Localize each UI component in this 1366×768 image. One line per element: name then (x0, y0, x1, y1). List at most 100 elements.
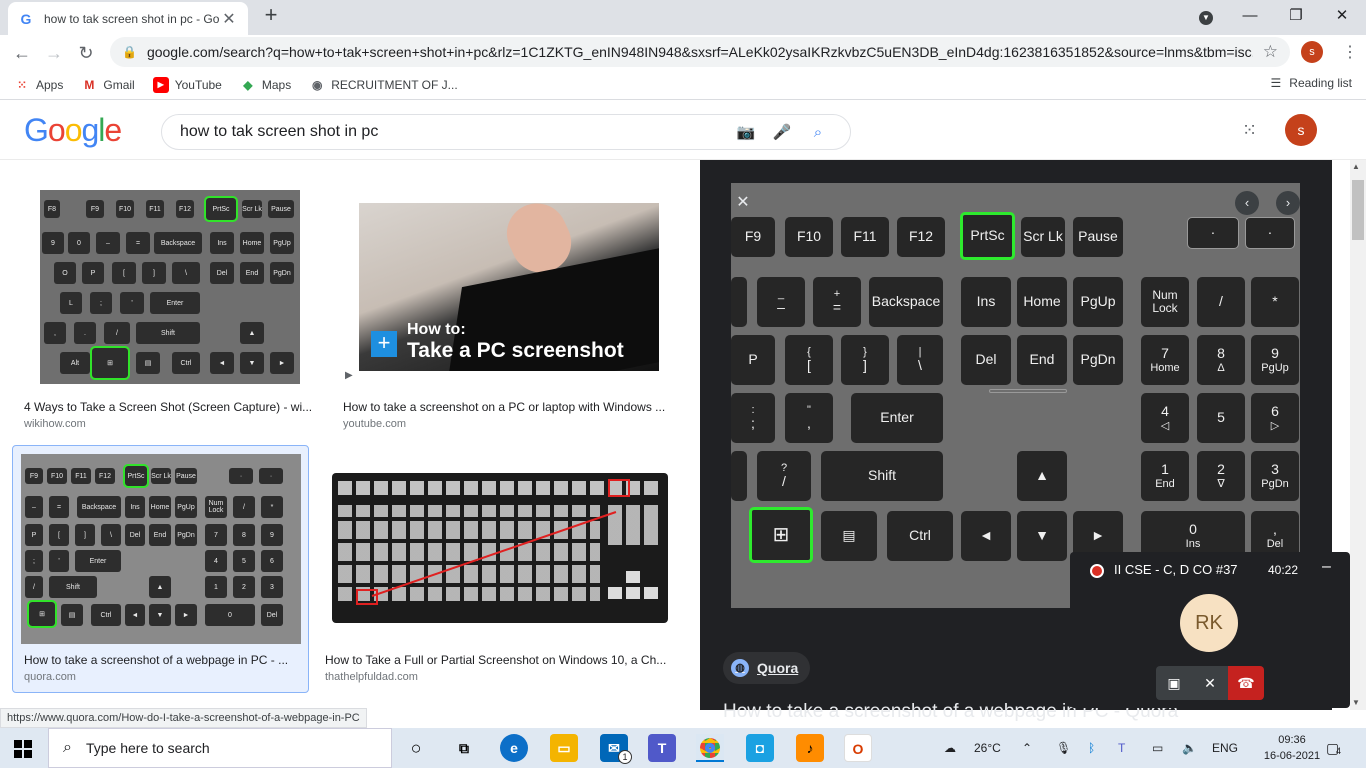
volume-icon[interactable]: 🔈 (1182, 728, 1197, 768)
edge-icon[interactable]: e (500, 734, 528, 762)
google-header: Google how to tak screen shot in pc 📷 🎤 … (0, 100, 1366, 160)
camera-search-icon[interactable]: 📷 (732, 123, 760, 141)
result-title[interactable]: How to Take a Full or Partial Screenshot… (325, 653, 677, 667)
preview-image[interactable]: F9 F10 F11 F12 PrtSc Scr Lk Pause · · _ –… (731, 183, 1300, 608)
google-logo[interactable]: Google (24, 112, 122, 149)
file-explorer-icon[interactable]: ▭ (550, 734, 578, 762)
new-tab-button[interactable]: + (260, 4, 282, 27)
result-card[interactable]: How to Take a Full or Partial Screenshot… (321, 453, 679, 685)
result-source[interactable]: wikihow.com (24, 418, 86, 430)
result-card-selected[interactable]: F9 F10 F11 F12 PrtSc Scr Lk Pause · · – … (12, 445, 309, 693)
search-icon[interactable]: ⌕ (804, 124, 832, 141)
cortana-icon[interactable]: ○ (402, 734, 430, 762)
google-account-avatar[interactable]: s (1285, 114, 1317, 146)
bookmark-recruitment[interactable]: ◉ RECRUITMENT OF J... (309, 77, 458, 93)
restore-button[interactable]: ❐ (1276, 4, 1316, 28)
scroll-track[interactable] (1350, 160, 1366, 710)
key-arrow-left: ◄ (961, 511, 1011, 561)
camera-off-icon[interactable]: ▣ (1156, 666, 1192, 700)
key-ctrl: Ctrl (887, 511, 953, 561)
globe-icon: ◍ (731, 659, 749, 677)
chrome-menu-icon[interactable]: ⋮ (1336, 39, 1364, 67)
profile-avatar[interactable]: s (1301, 41, 1323, 63)
scroll-down-icon[interactable]: ▼ (1352, 698, 1360, 707)
result-card[interactable]: F8 F9 F10 F11 F12 PrtSc Scr Lk Pause 9 0… (20, 184, 318, 434)
office-icon[interactable]: O (844, 734, 872, 762)
key-semicolon: :; (731, 393, 775, 443)
hang-up-icon[interactable]: ☎ (1228, 666, 1264, 700)
bookmark-star-icon[interactable]: ☆ (1263, 42, 1278, 62)
source-link-quora[interactable]: ◍ Quora (723, 652, 811, 684)
arrow-keys (608, 587, 660, 599)
scroll-up-icon[interactable]: ▲ (1352, 162, 1360, 171)
key-prtsc-highlighted: PrtSc (960, 212, 1015, 260)
bookmark-maps[interactable]: ◆ Maps (240, 77, 291, 93)
bookmark-apps[interactable]: ⁙ Apps (14, 77, 63, 93)
forward-button[interactable]: → (40, 39, 68, 67)
result-title[interactable]: 4 Ways to Take a Screen Shot (Screen Cap… (24, 400, 316, 414)
notifications-count: 4 (1336, 746, 1342, 756)
bookmark-youtube[interactable]: ▶ YouTube (152, 76, 222, 93)
browser-toolbar: ← → ↻ 🔒 google.com/search?q=how+to+tak+s… (0, 35, 1366, 70)
next-image-button[interactable]: › (1276, 191, 1300, 215)
google-apps-icon[interactable]: ⁙ (1242, 120, 1257, 141)
reload-button[interactable]: ↻ (72, 39, 100, 67)
recording-icon (1090, 564, 1104, 578)
key-del: Del (961, 335, 1011, 385)
tab-search-button[interactable]: ▼ (1186, 4, 1226, 28)
vlc-like-icon[interactable]: ♪ (796, 734, 824, 762)
teams-icon[interactable]: T (648, 734, 676, 762)
taskbar-search-box[interactable]: ⌕ Type here to search (48, 728, 392, 768)
scroll-thumb[interactable] (1352, 180, 1364, 240)
clock[interactable]: 09:36 16-06-2021 (1262, 732, 1322, 764)
show-hidden-icons[interactable]: ⌃ (1022, 728, 1032, 768)
close-preview-icon[interactable]: ✕ (731, 191, 755, 215)
windows-start-icon[interactable] (14, 740, 32, 758)
minimize-call-icon[interactable]: – (1322, 558, 1331, 576)
chrome-taskbar-icon[interactable] (696, 734, 724, 762)
close-tab-icon[interactable]: ✕ (220, 9, 238, 29)
app-icon[interactable]: ◘ (746, 734, 774, 762)
meet-call-overlay[interactable]: II CSE - C, D CO #37 40:22 – RK ▣ ✕ ☎ (1070, 552, 1350, 708)
temperature[interactable]: 26°C (974, 728, 1001, 768)
teams-tray-icon[interactable]: T (1118, 728, 1125, 768)
result-thumbnail[interactable]: F9 F10 F11 F12 PrtSc Scr Lk Pause · · – … (21, 454, 301, 644)
result-card[interactable]: + How to: Take a PC screenshot ▶ How to … (339, 184, 679, 434)
gmail-icon: M (84, 77, 95, 92)
bookmark-gmail[interactable]: M Gmail (81, 77, 134, 93)
meet-title: II CSE - C, D CO #37 (1114, 562, 1238, 577)
key-ins: Ins (961, 277, 1011, 327)
address-bar[interactable]: 🔒 google.com/search?q=how+to+tak+screen+… (110, 37, 1290, 67)
key-num1: 1 End (1141, 451, 1189, 501)
result-thumbnail[interactable]: + How to: Take a PC screenshot (359, 203, 659, 371)
browser-tab[interactable]: G how to tak screen shot in pc - Go ✕ (8, 2, 248, 35)
microphone-tray-icon[interactable]: 🎙 (1056, 728, 1071, 768)
language-indicator[interactable]: ENG (1212, 728, 1238, 768)
minimize-button[interactable]: — (1230, 4, 1270, 28)
overlay-line1: How to: (407, 321, 466, 338)
weather-icon[interactable]: ☁ (944, 728, 956, 768)
windows-taskbar: ⌕ Type here to search ○ ⧉ e ▭ ✉ 1 T ◘ ♪ … (0, 728, 1366, 768)
result-thumbnail[interactable]: F8 F9 F10 F11 F12 PrtSc Scr Lk Pause 9 0… (40, 190, 300, 384)
mic-off-icon[interactable]: ✕ (1192, 666, 1228, 700)
microphone-icon[interactable]: 🎤 (768, 123, 796, 141)
search-icon: ⌕ (63, 739, 72, 756)
result-title[interactable]: How to take a screenshot on a PC or lapt… (343, 400, 677, 414)
back-button[interactable]: ← (8, 39, 36, 67)
search-input[interactable]: how to tak screen shot in pc (180, 123, 724, 141)
close-window-button[interactable]: ✕ (1322, 4, 1362, 28)
search-box[interactable]: how to tak screen shot in pc 📷 🎤 ⌕ (161, 114, 851, 150)
bluetooth-icon[interactable]: ᛒ (1088, 728, 1095, 768)
result-source[interactable]: quora.com (24, 671, 76, 683)
task-view-icon[interactable]: ⧉ (450, 734, 478, 762)
result-source[interactable]: thathelpfuldad.com (325, 671, 418, 683)
previous-image-button[interactable]: ‹ (1235, 191, 1259, 215)
meet-timer: 40:22 (1268, 563, 1299, 577)
result-source[interactable]: youtube.com (343, 418, 406, 430)
reading-list-button[interactable]: ☰ Reading list (1271, 76, 1352, 90)
result-thumbnail[interactable] (332, 473, 668, 623)
key-rbracket: }] (841, 335, 889, 385)
battery-icon[interactable]: ▭ (1152, 728, 1163, 768)
result-title[interactable]: How to take a screenshot of a webpage in… (24, 653, 304, 667)
key-indicator (989, 389, 1067, 393)
